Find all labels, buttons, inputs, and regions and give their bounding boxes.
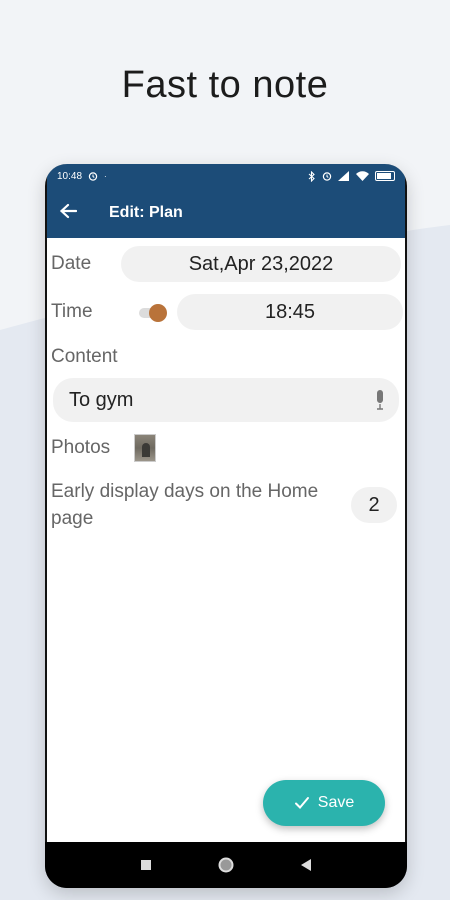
- app-screen: 10:48 · Edit: Plan Date Sat,Apr 23,2022 …: [47, 164, 405, 842]
- date-label: Date: [51, 253, 92, 274]
- microphone-icon[interactable]: [373, 389, 387, 411]
- status-left: 10:48 ·: [57, 171, 107, 182]
- date-row: Date Sat,Apr 23,2022: [47, 246, 405, 282]
- early-days-label: Early display days on the Home page: [51, 481, 319, 529]
- time-label: Time: [51, 301, 93, 322]
- circle-icon: [218, 857, 234, 873]
- home-button[interactable]: [216, 855, 236, 875]
- recents-button[interactable]: [136, 855, 156, 875]
- phone-frame: 10:48 · Edit: Plan Date Sat,Apr 23,2022 …: [45, 164, 407, 888]
- triangle-back-icon: [301, 859, 311, 871]
- early-days-row: Early display days on the Home page 2: [47, 478, 405, 532]
- content-input[interactable]: To gym: [53, 378, 399, 422]
- content-label: Content: [51, 346, 118, 367]
- status-time: 10:48: [57, 170, 83, 182]
- early-days-field[interactable]: 2: [351, 487, 397, 523]
- content-row: To gym: [47, 378, 405, 422]
- time-field[interactable]: 18:45: [177, 294, 403, 330]
- photos-row: Photos: [47, 434, 405, 462]
- photo-thumbnail[interactable]: [134, 434, 157, 462]
- arrow-left-icon: [59, 203, 78, 218]
- back-button[interactable]: [59, 202, 87, 225]
- date-field[interactable]: Sat,Apr 23,2022: [121, 246, 401, 282]
- signal-icon: [338, 171, 349, 181]
- system-nav-bar: [45, 842, 407, 888]
- photos-label: Photos: [51, 437, 111, 458]
- headline: Fast to note: [121, 64, 329, 106]
- dot-icon: ·: [104, 171, 107, 181]
- save-button[interactable]: Save: [263, 780, 385, 826]
- toggle-knob: [149, 304, 167, 322]
- time-row: Time 18:45: [47, 294, 405, 330]
- content-label-row: Content: [47, 346, 405, 368]
- save-label: Save: [317, 794, 355, 811]
- nav-back-button[interactable]: [296, 855, 316, 875]
- app-bar: Edit: Plan: [47, 188, 405, 238]
- content-value: To gym: [69, 388, 134, 411]
- time-toggle[interactable]: [139, 304, 169, 322]
- wifi-icon: [356, 171, 369, 181]
- check-icon: [294, 797, 309, 809]
- battery-icon: [375, 171, 395, 181]
- status-right: [308, 170, 395, 182]
- alarm-clock-icon: [322, 172, 332, 181]
- status-bar: 10:48 ·: [47, 164, 405, 188]
- alarm-icon: [88, 172, 98, 181]
- square-icon: [141, 860, 151, 870]
- bluetooth-icon: [308, 170, 315, 182]
- page-title: Edit: Plan: [109, 204, 183, 221]
